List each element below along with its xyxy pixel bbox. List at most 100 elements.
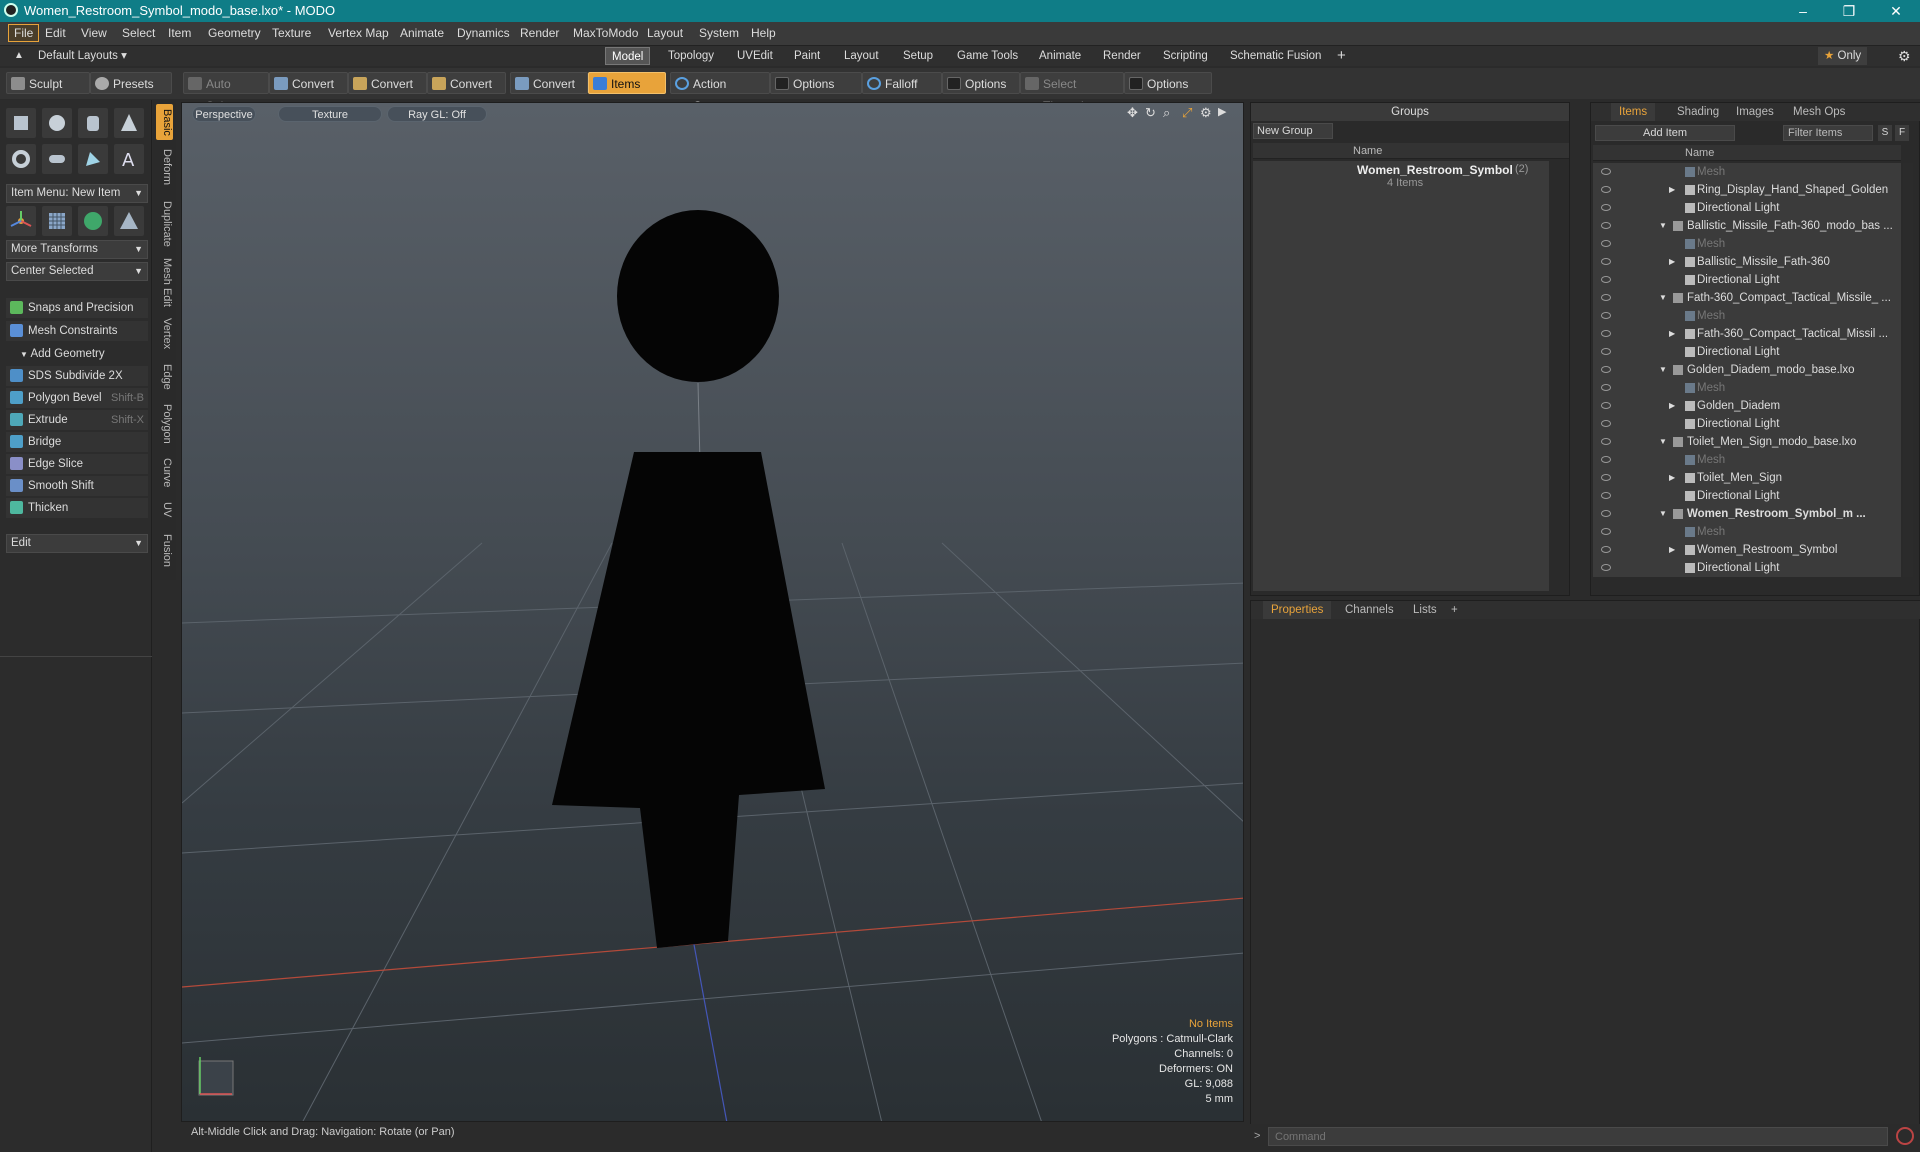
visibility-eye-icon[interactable] — [1601, 258, 1611, 265]
tab-mesh-ops[interactable]: Mesh Ops — [1785, 103, 1853, 121]
sphere-icon[interactable] — [42, 108, 72, 138]
tab-shading[interactable]: Shading — [1669, 103, 1727, 121]
menu-select[interactable]: Select — [122, 26, 155, 40]
vtab-uv[interactable]: UV — [156, 498, 173, 522]
viewport-menu-arrow-icon[interactable]: ▶ — [1218, 105, 1226, 118]
vtab-vertex[interactable]: Vertex — [156, 314, 173, 354]
menu-help[interactable]: Help — [751, 26, 776, 40]
rotate-view-icon[interactable]: ↻ — [1145, 105, 1156, 121]
visibility-eye-icon[interactable] — [1601, 546, 1611, 553]
list-item[interactable]: ▶ Ring_Display_Hand_Shaped_Golden — [1593, 181, 1901, 199]
cube-icon[interactable] — [6, 108, 36, 138]
new-group-button[interactable]: New Group — [1253, 123, 1333, 139]
menu-maxtomodo[interactable]: MaxToModo — [573, 26, 638, 40]
add-geometry-section[interactable]: ▼ Add Geometry — [6, 344, 148, 364]
filter-f-button[interactable]: F — [1895, 125, 1909, 141]
vtab-duplicate[interactable]: Duplicate — [156, 196, 173, 252]
auto-select-button[interactable]: Auto Select — [183, 72, 269, 113]
tab-lists[interactable]: Lists — [1405, 601, 1445, 619]
torus-icon[interactable] — [6, 144, 36, 174]
visibility-eye-icon[interactable] — [1601, 348, 1611, 355]
tab-paint[interactable]: Paint — [788, 47, 826, 65]
convert-edge-button[interactable]: Convert — [348, 72, 427, 94]
visibility-eye-icon[interactable] — [1601, 168, 1611, 175]
visibility-eye-icon[interactable] — [1601, 564, 1611, 571]
options-button-3[interactable]: Options — [1124, 72, 1212, 94]
3d-viewport[interactable]: Perspective Texture Ray GL: Off ✥ ↻ ⌕ ⤢ … — [181, 102, 1244, 1122]
list-item[interactable]: Directional Light — [1593, 271, 1901, 289]
layout-arrow-icon[interactable]: ▲ — [8, 47, 30, 65]
tab-animate[interactable]: Animate — [1033, 47, 1087, 65]
vtab-curve[interactable]: Curve — [156, 454, 173, 492]
visibility-eye-icon[interactable] — [1601, 240, 1611, 247]
list-item[interactable]: Directional Light — [1593, 487, 1901, 505]
record-icon[interactable] — [1896, 1127, 1914, 1145]
visibility-eye-icon[interactable] — [1601, 366, 1611, 373]
list-item[interactable]: ▶ Ballistic_Missile_Fath-360 — [1593, 253, 1901, 271]
visibility-eye-icon[interactable] — [1601, 312, 1611, 319]
chevron-down-icon[interactable]: ▼ — [1659, 505, 1667, 523]
visibility-eye-icon[interactable] — [1601, 222, 1611, 229]
tab-images[interactable]: Images — [1728, 103, 1782, 121]
menu-render[interactable]: Render — [520, 26, 559, 40]
gear-icon[interactable]: ⚙ — [1892, 47, 1917, 65]
list-item[interactable]: ▶ Fath-360_Compact_Tactical_Missil ... — [1593, 325, 1901, 343]
visibility-eye-icon[interactable] — [1601, 186, 1611, 193]
only-toggle[interactable]: ★ Only — [1818, 47, 1868, 65]
items-scrollbar[interactable] — [1903, 163, 1913, 577]
options-button-1[interactable]: Options — [770, 72, 862, 94]
list-item[interactable]: Mesh — [1593, 235, 1901, 253]
add-item-button[interactable]: Add Item — [1595, 125, 1735, 141]
filter-s-button[interactable]: S — [1878, 125, 1892, 141]
menu-animate[interactable]: Animate — [400, 26, 444, 40]
grid-icon[interactable] — [42, 206, 72, 236]
transform-icon[interactable] — [6, 206, 36, 236]
tab-render[interactable]: Render — [1097, 47, 1147, 65]
visibility-eye-icon[interactable] — [1601, 384, 1611, 391]
mesh-constraints-button[interactable]: Mesh Constraints — [6, 321, 148, 341]
tab-channels[interactable]: Channels — [1337, 601, 1402, 619]
list-item[interactable]: ▼ Women_Restroom_Symbol_m ... — [1593, 505, 1901, 523]
list-item[interactable]: ▶ Toilet_Men_Sign — [1593, 469, 1901, 487]
more-transforms-dropdown[interactable]: More Transforms ▼ — [6, 240, 148, 259]
vtab-deform[interactable]: Deform — [156, 144, 173, 190]
vtab-mesh-edit[interactable]: Mesh Edit — [156, 256, 173, 308]
item-menu-dropdown[interactable]: Item Menu: New Item ▼ — [6, 184, 148, 203]
list-item[interactable]: Mesh — [1593, 451, 1901, 469]
maximize-button[interactable]: ❐ — [1829, 1, 1869, 21]
vtab-basic[interactable]: Basic — [156, 104, 173, 140]
perspective-button[interactable]: Perspective — [192, 106, 256, 122]
list-item[interactable]: ▶ Golden_Diadem — [1593, 397, 1901, 415]
vtab-fusion[interactable]: Fusion — [156, 530, 173, 572]
visibility-eye-icon[interactable] — [1601, 474, 1611, 481]
tab-model[interactable]: Model — [605, 47, 651, 65]
default-layouts-dropdown[interactable]: Default Layouts ▾ — [32, 47, 133, 65]
tab-layout[interactable]: Layout — [838, 47, 885, 65]
visibility-eye-icon[interactable] — [1601, 204, 1611, 211]
tab-schematic-fusion[interactable]: Schematic Fusion — [1224, 47, 1327, 65]
visibility-eye-icon[interactable] — [1601, 330, 1611, 337]
raygl-button[interactable]: Ray GL: Off — [387, 106, 487, 122]
menu-vertex-map[interactable]: Vertex Map — [328, 26, 389, 40]
list-item[interactable]: ▼ Fath-360_Compact_Tactical_Missile_ ... — [1593, 289, 1901, 307]
visibility-eye-icon[interactable] — [1601, 456, 1611, 463]
minimize-button[interactable]: – — [1783, 1, 1823, 21]
list-item[interactable]: Mesh — [1593, 307, 1901, 325]
tab-topology[interactable]: Topology — [662, 47, 720, 65]
falloff-button[interactable]: Falloff — [862, 72, 942, 94]
list-item[interactable]: ▼ Ballistic_Missile_Fath-360_modo_bas ... — [1593, 217, 1901, 235]
menu-file[interactable]: File — [8, 24, 40, 42]
command-input[interactable] — [1268, 1127, 1888, 1146]
list-item[interactable]: Mesh — [1593, 163, 1901, 181]
tab-items[interactable]: Items — [1611, 103, 1656, 121]
items-mode-button[interactable]: Items — [588, 72, 666, 94]
texture-button[interactable]: Texture — [278, 106, 382, 122]
menu-edit[interactable]: Edit — [45, 26, 66, 40]
list-item[interactable]: ▼ Toilet_Men_Sign_modo_base.lxo — [1593, 433, 1901, 451]
select-through-button[interactable]: Select Through — [1020, 72, 1124, 113]
smooth-shift-button[interactable]: Smooth Shift — [6, 476, 148, 496]
list-item[interactable]: Mesh — [1593, 379, 1901, 397]
fit-view-icon[interactable]: ⤢ — [1182, 105, 1192, 121]
visibility-eye-icon[interactable] — [1601, 528, 1611, 535]
list-item[interactable]: Directional Light — [1593, 343, 1901, 361]
